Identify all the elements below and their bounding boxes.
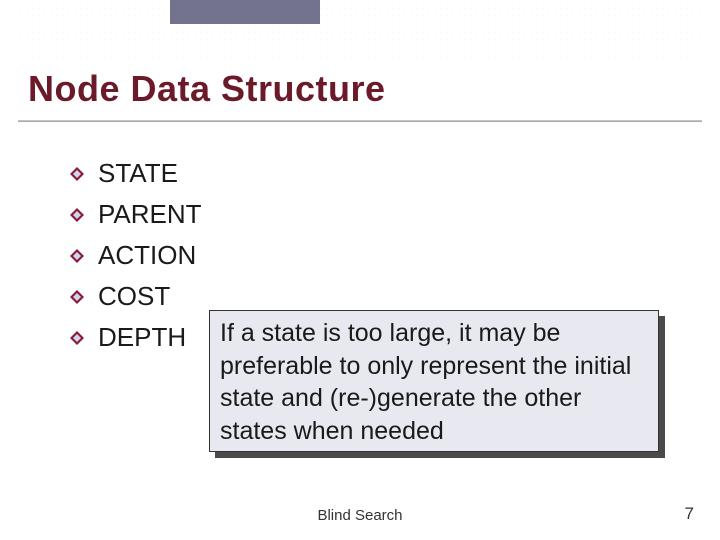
list-item-label: COST (98, 281, 170, 312)
list-item: PARENT (70, 199, 202, 230)
footer-page-number: 7 (685, 504, 694, 524)
list-item-label: DEPTH (98, 322, 186, 353)
diamond-bullet-icon (70, 208, 84, 222)
note-box: If a state is too large, it may be prefe… (209, 310, 659, 452)
footer-center: Blind Search (0, 507, 720, 524)
list-item: COST (70, 281, 202, 312)
list-item: DEPTH (70, 322, 202, 353)
list-item-label: STATE (98, 158, 178, 189)
list-item-label: PARENT (98, 199, 202, 230)
diamond-bullet-icon (70, 290, 84, 304)
diamond-bullet-icon (70, 331, 84, 345)
list-item: STATE (70, 158, 202, 189)
dotted-background (18, 0, 702, 60)
diamond-bullet-icon (70, 167, 84, 181)
list-item: ACTION (70, 240, 202, 271)
decorative-top-block (170, 0, 320, 24)
list-item-label: ACTION (98, 240, 196, 271)
note-text: If a state is too large, it may be prefe… (220, 319, 631, 445)
fields-list: STATE PARENT ACTION COST DEPTH (70, 158, 202, 363)
slide: Node Data Structure STATE PARENT ACTION … (0, 0, 720, 540)
slide-title: Node Data Structure (28, 68, 386, 110)
diamond-bullet-icon (70, 249, 84, 263)
title-underline (18, 120, 702, 122)
